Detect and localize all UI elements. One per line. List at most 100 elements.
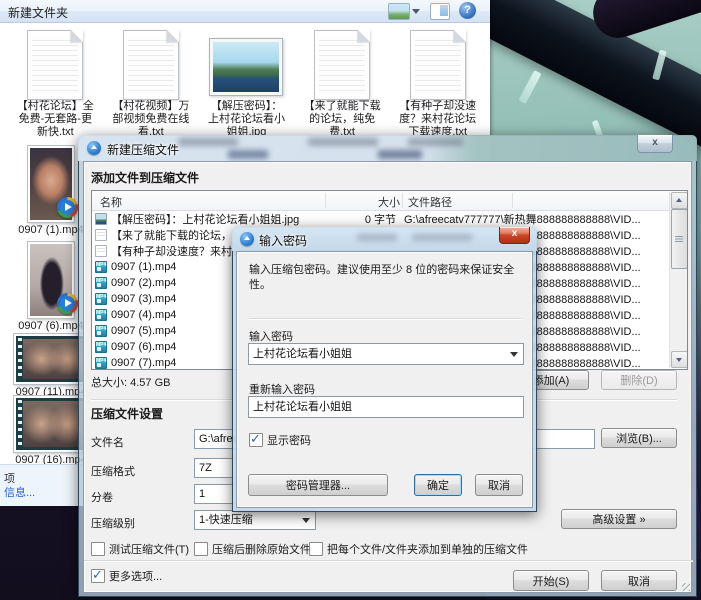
video-item[interactable]: 0907 (16).mp4 <box>14 396 88 466</box>
video-item[interactable]: 0907 (6).mp4 <box>14 242 88 332</box>
mp4-file-icon: MP4 <box>95 261 107 273</box>
start-button[interactable]: 开始(S) <box>513 570 589 591</box>
resize-grip[interactable] <box>682 583 690 591</box>
more-options-checkbox[interactable]: 更多选项... <box>91 568 162 584</box>
info-link[interactable]: 信息... <box>4 484 35 500</box>
checkbox-icon[interactable] <box>309 542 323 556</box>
column-name[interactable]: 名称 <box>100 194 122 210</box>
scrollbar-thumb[interactable] <box>671 209 688 269</box>
password-close-button[interactable]: x <box>499 227 530 244</box>
checkbox-icon[interactable] <box>91 542 105 556</box>
video-item[interactable]: 0907 (1).mp4 <box>14 146 88 236</box>
more-options-label: 更多选项... <box>109 568 162 584</box>
bandizip-icon <box>240 232 254 246</box>
glass-blur-blob <box>228 150 268 159</box>
option-label: 测试压缩文件(T) <box>109 541 189 557</box>
views-thumbnail-icon[interactable] <box>388 3 410 20</box>
browse-button[interactable]: 浏览(B)... <box>601 428 677 448</box>
option-label: 压缩后删除原始文件 <box>212 541 311 557</box>
password-dialog-title: 输入密码 <box>259 232 307 249</box>
jpg-file-icon <box>209 38 283 96</box>
mp4-file-icon: MP4 <box>95 309 107 321</box>
password-dialog-body: 输入压缩包密码。建议使用至少 8 位的密码来保证安全性。 输入密码 上村花论坛看… <box>236 251 533 508</box>
scroll-up-button[interactable] <box>671 192 688 209</box>
format-value: 7Z <box>199 462 212 474</box>
play-overlay-icon <box>57 293 78 314</box>
file-grid-row: 【村花论坛】全免费-无套路-更新快.txt【村花视频】万部视频免费在线看.txt… <box>8 26 486 142</box>
password-cancel-button[interactable]: 取消 <box>475 474 523 496</box>
video-item[interactable]: 0907 (11).mp4 <box>14 334 88 398</box>
password-combobox[interactable]: 上村花论坛看小姐姐 <box>248 343 524 365</box>
cell-size: 0 字节 <box>328 211 404 227</box>
option-checkbox[interactable]: 压缩后删除原始文件 <box>194 541 311 557</box>
column-separator <box>402 193 403 208</box>
option-checkbox[interactable]: 把每个文件/文件夹添加到单独的压缩文件 <box>309 541 528 557</box>
txt-file-icon <box>410 30 466 100</box>
ok-button[interactable]: 确定 <box>414 474 462 496</box>
txt-file-icon <box>27 30 83 100</box>
level-label: 压缩级别 <box>91 515 135 531</box>
reenter-password-input[interactable]: 上村花论坛看小姐姐 <box>248 396 524 418</box>
filename-label: 文件名 <box>91 434 124 450</box>
table-row[interactable]: 【解压密码】：上村花论坛看小姐姐.jpg0 字节G:\afreecatv7777… <box>92 211 669 227</box>
scroll-down-button[interactable] <box>671 351 688 368</box>
film-frame-image <box>23 339 85 379</box>
file-item[interactable]: 【村花视频】万部视频免费在线看.txt <box>104 26 199 142</box>
checkbox-checked-icon[interactable] <box>249 433 263 447</box>
password-dialog: 输入密码 x 输入压缩包密码。建议使用至少 8 位的密码来保证安全性。 输入密码… <box>232 227 537 512</box>
cancel-button[interactable]: 取消 <box>601 570 677 591</box>
file-item[interactable]: 【解压密码】：上村花论坛看小姐姐.jpg <box>199 26 294 142</box>
video-thumbnail <box>28 242 74 318</box>
file-label: 【解压密码】：上村花论坛看小姐姐.jpg <box>199 100 294 139</box>
glass-blur-blob <box>378 150 422 159</box>
cell-path: G:\afreecatv777777\新热舞888888888888\VID..… <box>404 211 669 227</box>
checkbox-checked-icon[interactable] <box>91 569 105 583</box>
file-label: 【村花视频】万部视频免费在线看.txt <box>104 100 199 139</box>
column-size[interactable]: 大小 <box>332 194 400 210</box>
txt-file-icon <box>95 229 107 241</box>
video-thumbnail <box>28 146 74 222</box>
txt-file-icon <box>123 30 179 100</box>
jpg-thumbnail <box>213 42 279 92</box>
preview-pane-icon[interactable] <box>430 3 450 20</box>
chevron-down-icon[interactable] <box>302 518 310 523</box>
film-frame-image <box>23 401 85 447</box>
txt-file-icon <box>314 30 370 100</box>
show-password-checkbox[interactable]: 显示密码 <box>249 432 311 448</box>
file-label: 【有种子却没速度？来村花论坛下载速度.txt <box>390 100 485 139</box>
level-value: 1-快速压缩 <box>199 514 253 526</box>
glass-blur-blob <box>178 138 238 146</box>
option-checkbox[interactable]: 测试压缩文件(T) <box>91 541 189 557</box>
checkbox-icon[interactable] <box>194 542 208 556</box>
archive-close-button[interactable]: x <box>637 135 673 153</box>
total-size-label: 总大小: 4.57 GB <box>91 374 170 390</box>
column-separator <box>325 193 326 208</box>
glass-blur-blob <box>357 234 397 241</box>
password-manager-button[interactable]: 密码管理器... <box>248 474 388 496</box>
mp4-file-icon: MP4 <box>95 277 107 289</box>
column-separator <box>512 193 513 208</box>
separator <box>249 318 521 319</box>
file-list-header[interactable]: 名称 大小 文件路径 <box>92 191 687 211</box>
enter-password-label: 输入密码 <box>249 328 293 344</box>
column-path[interactable]: 文件路径 <box>408 194 452 210</box>
volume-label: 分卷 <box>91 489 113 505</box>
delete-button[interactable]: 删除(D) <box>601 370 677 390</box>
format-label: 压缩格式 <box>91 463 135 479</box>
advanced-settings-button[interactable]: 高级设置 » <box>561 509 677 529</box>
reenter-password-label: 重新输入密码 <box>249 381 315 397</box>
list-scrollbar[interactable] <box>669 192 687 368</box>
jpg-file-icon <box>95 213 107 225</box>
file-item[interactable]: 【来了就能下载的论坛，纯免费.txt <box>295 26 390 142</box>
file-item[interactable]: 【村花论坛】全免费-无套路-更新快.txt <box>8 26 103 142</box>
level-select[interactable]: 1-快速压缩 <box>194 510 316 530</box>
chevron-down-icon[interactable] <box>510 352 518 357</box>
file-item[interactable]: 【有种子却没速度？来村花论坛下载速度.txt <box>390 26 485 142</box>
mp4-file-icon: MP4 <box>95 341 107 353</box>
crystal-shard <box>518 70 541 104</box>
views-dropdown-arrow-icon[interactable] <box>412 9 420 14</box>
help-icon[interactable]: ? <box>459 2 476 19</box>
glass-blur-blob <box>412 234 472 241</box>
screen: 新建文件夹 ? 【村花论坛】全免费-无套路-更新快.txt【村花视频】万部视频免… <box>0 0 701 600</box>
glass-blur-blob <box>408 138 463 146</box>
